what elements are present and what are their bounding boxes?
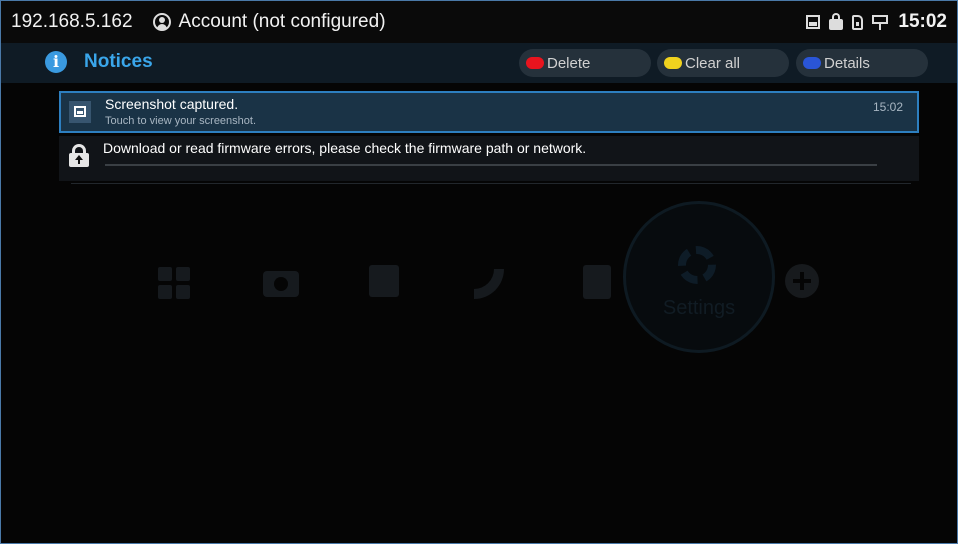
notification-firmware-error[interactable]: Download or read firmware errors, please… — [59, 136, 919, 181]
account-status[interactable]: Account (not configured) — [152, 11, 386, 33]
notices-header: i Notices Delete Clear all Details — [1, 43, 957, 83]
notification-title: Screenshot captured. — [105, 96, 239, 112]
add-icon — [785, 264, 819, 298]
notification-progress-bar — [105, 164, 877, 166]
status-bar: 192.168.5.162 Account (not configured) 1… — [1, 1, 957, 43]
blue-dot-icon — [803, 57, 821, 69]
details-button[interactable]: Details — [796, 49, 928, 77]
details-button-label: Details — [824, 54, 870, 72]
network-icon — [872, 14, 890, 30]
notification-subtitle: Touch to view your screenshot. — [105, 115, 257, 127]
camera-icon — [263, 271, 299, 297]
sim-card-icon — [852, 14, 864, 30]
settings-icon — [678, 246, 716, 284]
ip-address: 192.168.5.162 — [11, 11, 133, 32]
account-icon — [152, 13, 171, 31]
yellow-dot-icon — [664, 57, 682, 69]
screen: 192.168.5.162 Account (not configured) 1… — [0, 0, 958, 544]
red-dot-icon — [526, 57, 544, 69]
phone-icon — [474, 269, 504, 299]
contacts-icon — [583, 265, 611, 299]
lock-icon — [829, 12, 844, 30]
notification-screenshot[interactable]: Screenshot captured. Touch to view your … — [59, 91, 919, 133]
clear-all-button[interactable]: Clear all — [657, 49, 789, 77]
status-time: 15:02 — [898, 11, 947, 32]
delete-button[interactable]: Delete — [519, 49, 651, 77]
account-label: Account (not configured) — [178, 11, 386, 32]
notification-list: Screenshot captured. Touch to view your … — [59, 91, 921, 181]
notices-title: Notices — [84, 51, 153, 72]
picture-icon — [69, 101, 91, 123]
notification-title: Download or read firmware errors, please… — [103, 140, 587, 156]
info-icon: i — [45, 51, 67, 73]
lock-upload-icon — [69, 144, 89, 167]
settings-label: Settings — [662, 297, 736, 319]
delete-button-label: Delete — [547, 54, 591, 72]
notification-time: 15:02 — [872, 100, 903, 114]
clear-all-button-label: Clear all — [685, 54, 741, 72]
list-divider — [71, 183, 911, 184]
calendar-icon — [369, 265, 399, 297]
status-icons: 15:02 — [797, 1, 947, 43]
apps-icon — [158, 267, 190, 299]
picture-icon — [806, 15, 821, 29]
